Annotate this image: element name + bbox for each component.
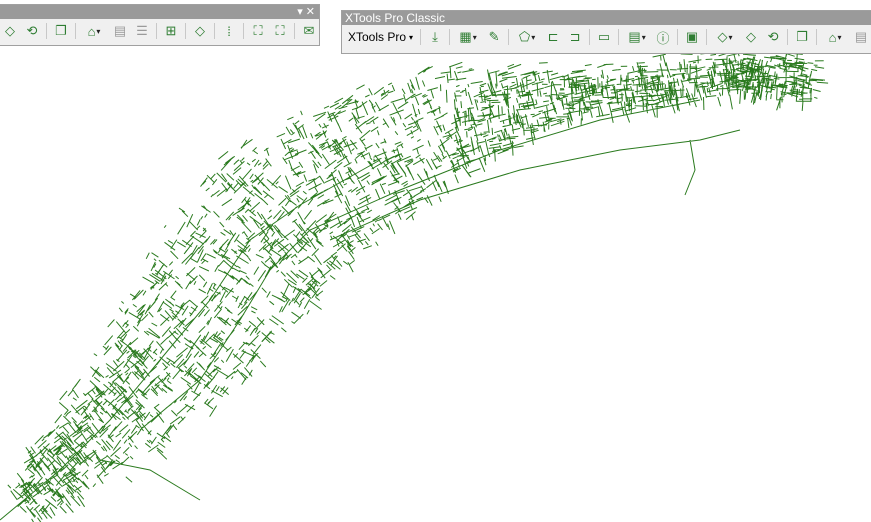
separator	[294, 23, 295, 39]
diamond-icon: ◇	[195, 23, 205, 38]
separator	[618, 29, 620, 45]
copy-layers-icon: ❐	[55, 23, 67, 38]
separator	[508, 29, 510, 45]
xtools-titlebar[interactable]: XTools Pro Classic	[342, 11, 871, 25]
shape-merge-button[interactable]: ⊐	[564, 27, 586, 47]
separator	[706, 29, 708, 45]
polygon-edit-button[interactable]: ◇	[0, 21, 21, 41]
mail-icon: ✉	[303, 23, 315, 38]
export-table-button[interactable]: ☰	[131, 21, 153, 41]
separator	[589, 29, 591, 45]
map-remove-button[interactable]: ⛶	[269, 21, 291, 41]
polygon-convert-icon: ⟲	[26, 23, 38, 38]
separator	[420, 29, 422, 45]
table-grid-button[interactable]: ▦	[453, 27, 483, 47]
paste-button[interactable]: ▤	[109, 21, 131, 41]
polygon-edit-button[interactable]: ◇	[710, 27, 740, 47]
paste-button[interactable]: ▤	[850, 27, 871, 47]
polygon-convert-icon: ⟲	[767, 29, 779, 44]
table-tools-button[interactable]: ⌂	[820, 27, 850, 47]
separator	[243, 23, 244, 39]
polygon-tools-icon: ⬠	[518, 29, 531, 44]
left-toolbar-buttons: ◇ ⟲ ❐ ⌂ ▤ ☰ ⊞ ◇ ⁞ ⛶ ⛶ ✉	[0, 19, 319, 43]
map-canvas[interactable]	[0, 0, 871, 522]
copy-layers-icon: ❐	[796, 29, 808, 44]
map-remove-icon: ⛶	[275, 23, 285, 38]
xtools-menu-label: XTools Pro	[348, 30, 407, 44]
form-icon: ▣	[685, 29, 699, 44]
xtools-title: XTools Pro Classic	[345, 11, 446, 25]
download-button[interactable]: ⤓	[424, 27, 446, 47]
polygon-convert-button[interactable]: ⟲	[21, 21, 43, 41]
pencil-icon: ✎	[488, 29, 500, 44]
toolbar-window-controls[interactable]: ▾ ✕	[297, 5, 315, 19]
pencil-button[interactable]: ✎	[483, 27, 505, 47]
grid-split-icon: ⁞	[227, 23, 231, 39]
polygon-edit-icon: ◇	[717, 29, 728, 44]
polygon-convert-button[interactable]: ⟲	[762, 27, 784, 47]
map-add-icon: ⛶	[253, 23, 263, 38]
info-icon: ⓘ	[656, 30, 670, 46]
paste-icon: ▤	[854, 29, 868, 44]
separator	[156, 23, 157, 39]
copy-layers-button[interactable]: ❐	[50, 21, 72, 41]
separator	[185, 23, 186, 39]
table-tools-icon: ⌂	[828, 29, 837, 45]
table-export-icon: ▤	[628, 29, 641, 44]
polygon-tools-button[interactable]: ⬠	[512, 27, 542, 47]
separator	[214, 23, 215, 39]
separator	[787, 29, 789, 45]
export-table-icon: ☰	[136, 23, 148, 38]
xtools-menu-button[interactable]: XTools Pro ▾	[342, 27, 417, 47]
road-network	[0, 49, 829, 522]
separator	[46, 23, 47, 39]
polygon-outline-icon: ◇	[746, 29, 757, 44]
add-feature-icon: ⊞	[165, 23, 177, 38]
polygon-outline-button[interactable]: ◇	[740, 27, 762, 47]
mail-button[interactable]: ✉	[298, 21, 320, 41]
separator	[677, 29, 679, 45]
shape-split-icon: ⊏	[547, 29, 559, 44]
table-grid-icon: ▦	[459, 29, 472, 44]
chevron-down-icon: ▾	[409, 32, 414, 42]
add-feature-button[interactable]: ⊞	[160, 21, 182, 41]
info-button[interactable]: ⓘ	[652, 27, 674, 47]
shape-split-button[interactable]: ⊏	[542, 27, 564, 47]
form-button[interactable]: ▣	[681, 27, 703, 47]
table-tools-button[interactable]: ⌂	[79, 21, 109, 41]
map-add-button[interactable]: ⛶	[247, 21, 269, 41]
callout-button[interactable]: ▭	[593, 27, 615, 47]
left-toolbar: ▾ ✕ ◇ ⟲ ❐ ⌂ ▤ ☰ ⊞ ◇ ⁞ ⛶ ⛶ ✉	[0, 4, 320, 46]
paste-icon: ▤	[113, 23, 127, 38]
download-icon: ⤓	[432, 29, 438, 44]
separator	[75, 23, 76, 39]
grid-split-button[interactable]: ⁞	[218, 21, 240, 41]
table-export-button[interactable]: ▤	[622, 27, 652, 47]
polygon-edit-icon: ◇	[5, 23, 15, 38]
separator	[816, 29, 818, 45]
xtools-toolbar-buttons: XTools Pro ▾ ⤓ ▦ ✎ ⬠ ⊏ ⊐ ▭ ▤ ⓘ ▣ ◇ ◇ ⟲ ❐ ⌂ ▤	[342, 25, 871, 49]
copy-layers-button[interactable]: ❐	[791, 27, 813, 47]
xtools-toolbar: XTools Pro Classic XTools Pro ▾ ⤓ ▦ ✎ ⬠ ⊏ ⊐ ▭ ▤…	[341, 10, 871, 54]
separator	[449, 29, 451, 45]
shape-merge-icon: ⊐	[569, 29, 581, 44]
callout-icon: ▭	[597, 29, 611, 44]
left-toolbar-titlebar[interactable]: ▾ ✕	[0, 5, 319, 19]
diamond-button[interactable]: ◇	[189, 21, 211, 41]
table-tools-icon: ⌂	[87, 23, 96, 39]
